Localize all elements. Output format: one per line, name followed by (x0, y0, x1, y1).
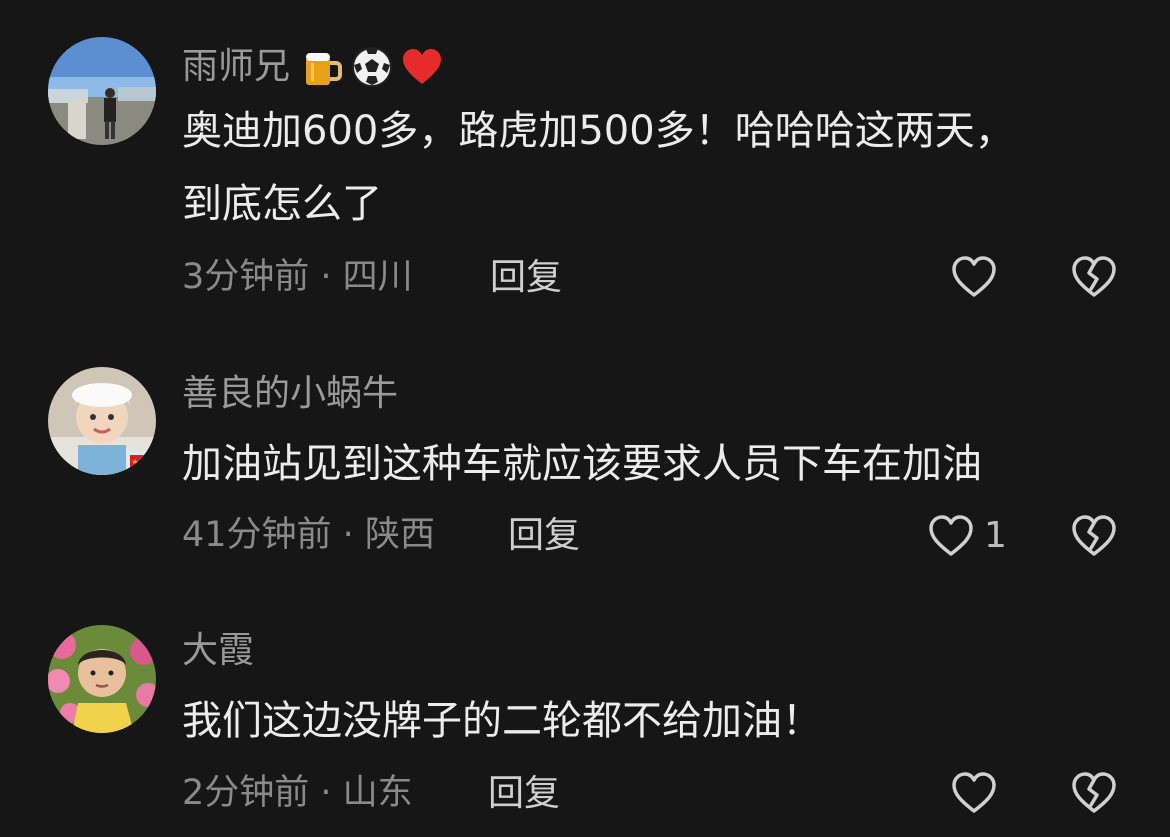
meta-separator: · (309, 773, 343, 813)
red-heart-icon (403, 49, 442, 84)
comment-location: 陕西 (364, 515, 435, 555)
comment-time: 3分钟前 (182, 257, 310, 297)
broken-heart-icon[interactable] (1070, 769, 1118, 817)
comment-location: 四川 (342, 257, 413, 297)
comment-username[interactable]: 雨师兄 (182, 45, 444, 89)
like-heart-icon[interactable] (927, 512, 975, 560)
avatar-image (48, 37, 156, 145)
username-text: 雨师兄 (182, 46, 291, 87)
like-heart-icon[interactable] (950, 769, 998, 817)
comment-time: 2分钟前 (182, 773, 310, 813)
meta-separator: · (331, 515, 365, 555)
broken-heart-icon[interactable] (1070, 512, 1118, 560)
comment-username[interactable]: 善良的小蜗牛 (182, 376, 398, 412)
avatar[interactable] (48, 37, 156, 145)
reply-button[interactable]: 回复 (488, 776, 560, 812)
reply-button[interactable]: 回复 (508, 518, 580, 554)
soccer-ball-icon (352, 47, 393, 87)
comment-meta: 2分钟前 · 山东 (182, 776, 413, 811)
like-count: 1 (984, 515, 1007, 556)
meta-separator: · (309, 257, 343, 297)
username-text: 大霞 (182, 630, 255, 671)
comment-text: 奥迪加600多，路虎加500多！哈哈哈这两天， 到底怎么了 (182, 108, 1015, 227)
avatar[interactable] (48, 367, 156, 475)
broken-heart-icon[interactable] (1070, 253, 1118, 301)
comment-text: 我们这边没牌子的二轮都不给加油！ (182, 698, 822, 744)
avatar-image (48, 367, 156, 475)
comment-username[interactable]: 大霞 (182, 633, 254, 669)
reply-button[interactable]: 回复 (490, 260, 562, 296)
avatar[interactable] (48, 625, 156, 733)
like-heart-icon[interactable] (950, 253, 998, 301)
comment-meta: 41分钟前 · 陕西 (182, 518, 435, 553)
comment-text: 加油站见到这种车就应该要求人员下车在加油 (182, 441, 982, 487)
username-text: 善良的小蜗牛 (182, 373, 399, 414)
beer-icon (306, 53, 343, 85)
avatar-image (48, 625, 156, 733)
comment-location: 山东 (342, 773, 413, 813)
comment-meta: 3分钟前 · 四川 (182, 260, 413, 295)
comment-time: 41分钟前 (182, 515, 332, 555)
comment-list: 雨师兄 奥迪加600多，路虎加500多！哈哈哈这两天， 到底怎么了 3分钟前 ·… (0, 0, 1170, 837)
